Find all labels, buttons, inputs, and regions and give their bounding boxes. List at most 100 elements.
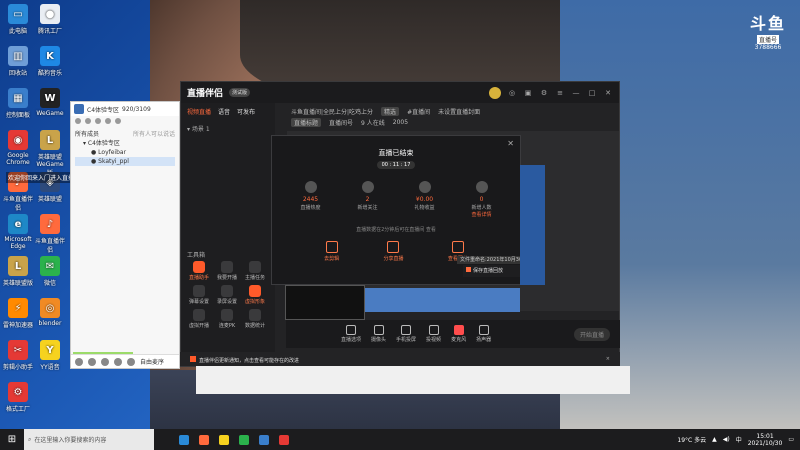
windows-start-icon[interactable]: ⊞: [0, 429, 24, 450]
desktop-icon-label: 英雄联盟: [37, 196, 62, 203]
taskbar-search[interactable]: ⌕ 在这里输入你要搜索的内容: [24, 429, 154, 450]
message-icon[interactable]: [105, 118, 111, 124]
desktop-icon[interactable]: ▥ 回收站: [2, 46, 34, 77]
toolbox-item[interactable]: 数据统计: [241, 309, 269, 329]
notification-center-icon[interactable]: ▭: [788, 436, 794, 443]
control-button[interactable]: 投视频: [426, 325, 441, 343]
maximize-icon[interactable]: □: [587, 89, 597, 97]
desktop-icon[interactable]: e Microsoft Edge: [2, 214, 34, 250]
settings-icon[interactable]: [95, 118, 101, 124]
desktop-icon[interactable]: Y YY语音: [34, 340, 66, 371]
settings-gear-icon[interactable]: [127, 357, 135, 366]
desktop-icon[interactable]: ◎ blender: [34, 298, 66, 327]
room-tag[interactable]: #直播间: [407, 107, 430, 116]
desktop-icon[interactable]: ▭ 此电脑: [2, 4, 34, 35]
app-icon: ●: [40, 4, 60, 24]
taskbar-app-icon[interactable]: [259, 434, 269, 445]
avatar-icon[interactable]: [75, 357, 83, 366]
taskbar-app-icon[interactable]: [199, 434, 209, 445]
desktop-icon[interactable]: ◉ Google Chrome: [2, 130, 34, 166]
settings-icon[interactable]: ⚙: [539, 89, 549, 97]
channel-group[interactable]: ▾ C4体验专区: [75, 139, 175, 148]
channel-user-1[interactable]: ● Loyfeibar: [75, 148, 175, 157]
taskbar-app-icon[interactable]: [179, 434, 189, 445]
room-title[interactable]: 斗鱼直播间|全民上分|吃鸡上分: [291, 107, 373, 116]
stat-icon: [418, 181, 431, 193]
speaker-icon[interactable]: [88, 357, 96, 366]
desktop-icon[interactable]: ● 腾讯工厂: [34, 4, 66, 35]
mic-toggle-icon[interactable]: [101, 357, 109, 366]
room-cover-tag[interactable]: 未设置直播封面: [438, 107, 480, 116]
toolbox-item[interactable]: 主播任务: [241, 261, 269, 281]
ime-icon[interactable]: 中: [736, 435, 742, 444]
tab-voice[interactable]: 语音: [218, 107, 230, 116]
toolbox-item[interactable]: 虚拟开播: [185, 309, 213, 329]
taskbar-app-icon[interactable]: [279, 434, 289, 445]
save-replay-checkbox[interactable]: [466, 267, 471, 272]
desktop-icon[interactable]: ▦ 控制面板: [2, 88, 34, 119]
tab-video-live[interactable]: 视频直播: [187, 107, 211, 116]
preview-side-region: [520, 165, 545, 285]
more-icon[interactable]: [115, 118, 121, 124]
control-button[interactable]: 麦克风: [451, 325, 466, 343]
save-replay-option[interactable]: 保存直播回放: [463, 265, 521, 277]
control-button[interactable]: 扬声器: [476, 325, 491, 343]
room-info-3: 9 人在线: [361, 120, 385, 127]
volume-icon[interactable]: ◀): [723, 436, 730, 443]
taskbar-app-icon[interactable]: [219, 434, 229, 445]
desktop-icon[interactable]: ✂ 剪辑小助手: [2, 340, 34, 371]
control-button[interactable]: 直播选项: [341, 325, 361, 343]
scene-selector[interactable]: ▾ 场景 1: [181, 120, 275, 137]
dialog-action-button[interactable]: 分享直播: [383, 241, 404, 262]
start-live-button[interactable]: 开始直播: [573, 328, 610, 341]
dialog-action-button[interactable]: 去剪辑: [324, 241, 339, 262]
toolbox-item[interactable]: 虚拟形象: [241, 285, 269, 305]
toolbox-item[interactable]: 录屏设置: [213, 285, 241, 305]
headset-icon[interactable]: [114, 357, 122, 366]
network-icon[interactable]: ▲: [712, 436, 717, 443]
control-button[interactable]: 手机投屏: [396, 325, 416, 343]
tool-icon: [249, 261, 261, 273]
toolbox-item[interactable]: 直播助手: [185, 261, 213, 281]
taskbar-app-icon[interactable]: [239, 434, 249, 445]
user-avatar[interactable]: [489, 86, 501, 99]
toolbox-item[interactable]: 弹幕设置: [185, 285, 213, 305]
toolbox-item[interactable]: 连麦PK: [213, 309, 241, 329]
skin-icon[interactable]: ▣: [523, 89, 533, 97]
channel-avatar: [74, 104, 84, 114]
desktop-icon[interactable]: K 酷狗音乐: [34, 46, 66, 77]
dialog-close-icon[interactable]: ✕: [507, 139, 514, 148]
tab-publish[interactable]: 可发布: [237, 107, 255, 116]
desktop-icon[interactable]: ⚙ 格式工厂: [2, 382, 34, 413]
taskbar-clock[interactable]: 15:01 2021/10/30: [748, 433, 783, 447]
free-mic-order[interactable]: 自由麦序: [140, 357, 164, 366]
desktop-icon[interactable]: ✉ 微信: [34, 256, 66, 287]
control-button[interactable]: 摄像头: [371, 325, 386, 343]
app-icon: ◉: [8, 130, 28, 150]
voice-chat-window: C4体验专区 920/3109 所有成员 所有人可以说话 ▾ C4体验专区 ● …: [70, 101, 180, 369]
message-close-icon[interactable]: ×: [606, 356, 610, 362]
close-icon[interactable]: ✕: [603, 89, 613, 97]
stream-control-bar: 直播选项 摄像头 手机投屏 投视频 麦克风 扬声器 开始直播: [286, 320, 620, 348]
channel-user-2[interactable]: ● Skatyi_ppl: [75, 157, 175, 166]
weather-status[interactable]: 19°C 多云: [677, 435, 706, 444]
room-info-4: 2005: [392, 119, 409, 126]
desktop-icon[interactable]: ♪ 斗鱼直播伴侣: [34, 214, 66, 254]
stat-detail-link[interactable]: 查看详情: [462, 211, 502, 218]
desktop-icon[interactable]: W WeGame: [34, 88, 66, 117]
system-message[interactable]: 直播伴侣更新通知，点击查看可能存在的改进: [199, 358, 299, 364]
desktop-icon[interactable]: L 英雄联盟版: [2, 256, 34, 287]
gift-icon[interactable]: [85, 118, 91, 124]
control-icon: [373, 325, 384, 335]
menu-icon[interactable]: ≡: [555, 89, 565, 97]
mic-icon[interactable]: [75, 118, 81, 124]
desktop-icon[interactable]: L英雄联盟 WeGame版: [34, 130, 66, 177]
toolbox-item[interactable]: 我要开播: [213, 261, 241, 281]
minimize-icon[interactable]: —: [571, 89, 581, 97]
system-tray: 19°C 多云 ▲ ◀) 中 15:01 2021/10/30 ▭: [677, 433, 800, 447]
room-chip[interactable]: 精选: [381, 107, 400, 116]
desktop-icon[interactable]: ⚡ 雷神加速器: [2, 298, 34, 329]
app-icon: Y: [40, 340, 60, 360]
notification-icon[interactable]: ◎: [507, 89, 517, 97]
control-icon: [453, 325, 464, 335]
